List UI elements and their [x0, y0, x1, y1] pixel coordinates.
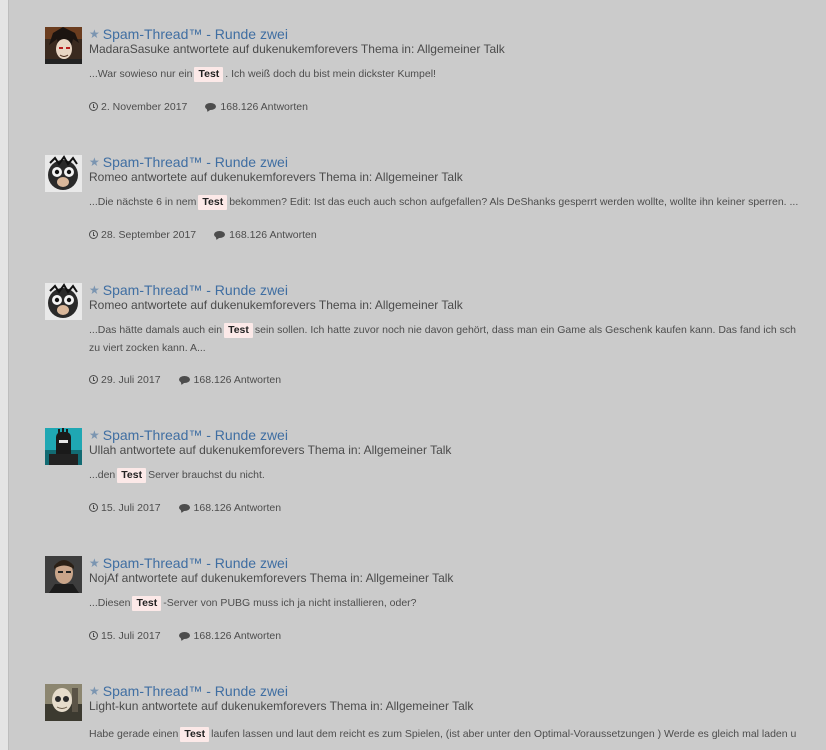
- snippet-text: -Server von PUBG muss ich ja nicht insta…: [163, 597, 417, 609]
- result-snippet: ...Die nächste 6 in nem Test bekommen? Edi…: [89, 193, 826, 211]
- snippet-text: laufen lassen und laut dem reicht es zum…: [211, 728, 797, 740]
- snippet-text: ...Die nächste 6 in nem: [89, 196, 197, 208]
- result-meta: Ullah antwortete auf dukenukemforevers T…: [89, 443, 452, 457]
- result-replies: 168.126 Antworten: [193, 374, 282, 386]
- avatar[interactable]: [45, 556, 82, 593]
- snippet-line: ...Das hätte damals auch ein Test sein sol…: [89, 321, 826, 339]
- result-title-link[interactable]: Spam-Thread™ - Runde zwei: [103, 683, 288, 699]
- avatar-image: [45, 155, 82, 192]
- snippet-text: Habe gerade einen: [89, 728, 179, 740]
- result-snippet: ...War sowieso nur ein Test. Ich weiß doc…: [89, 65, 826, 83]
- result-date: 29. Juli 2017: [101, 374, 161, 386]
- star-icon: ★: [89, 155, 100, 169]
- clock-icon: [89, 503, 98, 512]
- clock-icon: [89, 102, 98, 111]
- result-replies: 168.126 Antworten: [220, 101, 308, 113]
- star-icon: ★: [89, 684, 100, 698]
- comment-icon: [178, 376, 190, 383]
- avatar[interactable]: [45, 155, 82, 192]
- snippet-text: ...Diesen: [89, 597, 131, 609]
- snippet-text: ...Das hätte damals auch ein: [89, 324, 223, 336]
- star-icon: ★: [89, 556, 100, 570]
- search-highlight: Test: [194, 67, 224, 82]
- result-replies: 168.126 Antworten: [193, 630, 282, 642]
- result-meta: Light-kun antwortete auf dukenukemforeve…: [89, 699, 474, 713]
- snippet-text: bekommen? Edit: Ist das euch auch schon …: [229, 196, 799, 208]
- star-icon: ★: [89, 27, 100, 41]
- result-date: 15. Juli 2017: [101, 630, 161, 642]
- clock-icon: [89, 631, 98, 640]
- snippet-text: . Ich weiß doch du bist mein dickster Ku…: [225, 68, 436, 80]
- result-stats: 28. September 2017 168.126 Antworten: [89, 229, 317, 241]
- avatar-image: [45, 684, 82, 721]
- comment-icon: [178, 632, 190, 639]
- result-title-link[interactable]: Spam-Thread™ - Runde zwei: [103, 427, 288, 443]
- avatar-image: [45, 283, 82, 320]
- result-title-link[interactable]: Spam-Thread™ - Runde zwei: [103, 282, 288, 298]
- comment-icon: [205, 103, 217, 110]
- result-date: 2. November 2017: [101, 101, 188, 113]
- avatar-image: [45, 556, 82, 593]
- result-meta: MadaraSasuke antwortete auf dukenukemfor…: [89, 42, 505, 56]
- avatar[interactable]: [45, 428, 82, 465]
- result-title-link[interactable]: Spam-Thread™ - Runde zwei: [103, 154, 288, 170]
- star-icon: ★: [89, 428, 100, 442]
- search-highlight: Test: [132, 596, 162, 611]
- avatar[interactable]: [45, 684, 82, 721]
- snippet-text: ...War sowieso nur ein: [89, 68, 193, 80]
- avatar[interactable]: [45, 283, 82, 320]
- result-stats: 29. Juli 2017 168.126 Antworten: [89, 374, 281, 386]
- result-snippet: ...den Test Server brauchst du nicht.: [89, 466, 826, 484]
- search-highlight: Test: [198, 195, 228, 210]
- result-date: 28. September 2017: [101, 229, 197, 241]
- result-snippet: ...Diesen Test -Server von PUBG muss ich j…: [89, 594, 826, 612]
- clock-icon: [89, 230, 98, 239]
- result-stats: 15. Juli 2017 168.126 Antworten: [89, 502, 281, 514]
- result-stats: 15. Juli 2017 168.126 Antworten: [89, 630, 281, 642]
- snippet-text: ...den: [89, 469, 116, 481]
- star-icon: ★: [89, 283, 100, 297]
- avatar-image: [45, 428, 82, 465]
- result-snippet: Habe gerade einen Test laufen lassen und l…: [89, 725, 826, 743]
- search-results-feed: ★ Spam-Thread™ - Runde zwei MadaraSasuke …: [0, 0, 826, 750]
- result-date: 15. Juli 2017: [101, 502, 161, 514]
- snippet-text: sein sollen. Ich hatte zuvor noch nie da…: [254, 324, 796, 336]
- comment-icon: [178, 504, 190, 511]
- result-replies: 168.126 Antworten: [229, 229, 317, 241]
- avatar-image: [45, 27, 82, 64]
- search-highlight: Test: [117, 468, 147, 483]
- result-replies: 168.126 Antworten: [193, 502, 282, 514]
- clock-icon: [89, 375, 98, 384]
- snippet-text: Server brauchst du nicht.: [148, 469, 265, 481]
- result-meta: NojAf antwortete auf dukenukemforevers T…: [89, 571, 454, 585]
- result-stats: 2. November 2017 168.126 Antworten: [89, 101, 308, 113]
- search-highlight: Test: [224, 323, 253, 338]
- comment-icon: [214, 231, 226, 238]
- result-snippet: ...Das hätte damals auch ein Test sein sol…: [89, 321, 826, 357]
- snippet-line: zu viert zocken kann. A...: [89, 342, 206, 354]
- avatar[interactable]: [45, 27, 82, 64]
- result-title-link[interactable]: Spam-Thread™ - Runde zwei: [103, 26, 288, 42]
- result-meta: Romeo antwortete auf dukenukemforevers T…: [89, 298, 463, 312]
- result-title-link[interactable]: Spam-Thread™ - Runde zwei: [103, 555, 288, 571]
- search-highlight: Test: [180, 727, 210, 742]
- result-meta: Romeo antwortete auf dukenukemforevers T…: [89, 170, 463, 184]
